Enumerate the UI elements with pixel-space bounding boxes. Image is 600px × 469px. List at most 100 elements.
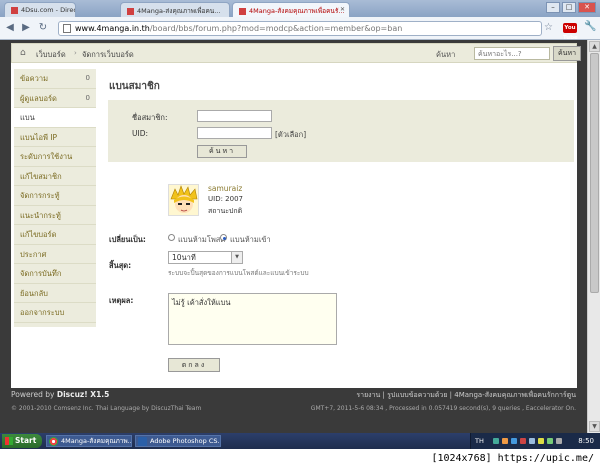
breadcrumb: ⌂ เว็บบอร์ด › จัดการเว็บบอร์ด ค้นหา ค้นห… xyxy=(11,43,581,63)
footer-stats: GMT+7, 2011-5-6 08:34 , Processed in 0.0… xyxy=(310,405,576,412)
discuz-link[interactable]: Discuz! X1.5 xyxy=(57,390,110,399)
close-window-button[interactable]: ✕ xyxy=(578,2,596,13)
sidebar-item-announcements[interactable]: ประกาศ xyxy=(14,245,96,264)
expire-hint: ระบบจะปิ้นสุดของการแบนโพสต์และแบนเข้าระบ… xyxy=(168,269,309,277)
reason-label: เหตุผล: xyxy=(109,296,134,305)
username-input[interactable] xyxy=(197,110,272,122)
site-search-input[interactable] xyxy=(474,47,550,60)
favicon-icon xyxy=(127,7,134,15)
radio-ban-access[interactable] xyxy=(220,234,227,241)
favicon-icon xyxy=(11,6,18,14)
expire-label: สิ้นสุด: xyxy=(109,261,132,270)
breadcrumb-modcp[interactable]: จัดการเว็บบอร์ด xyxy=(82,49,134,61)
radio-ban-access-label[interactable]: แบนห้ามเข้า xyxy=(230,234,271,246)
count-badge: 0 xyxy=(85,93,90,102)
scroll-down-icon[interactable]: ▼ xyxy=(589,421,600,432)
reason-textarea[interactable]: ไม่รู้ เค้าสั่งให้แบน xyxy=(168,293,337,345)
page-icon xyxy=(63,24,71,33)
photoshop-icon xyxy=(138,437,147,446)
system-tray: TH 8:50 xyxy=(470,433,600,449)
browser-tab-3[interactable]: 4Manga-สังคมคุณภาพเพื่อคนรั... ✕ xyxy=(232,2,350,17)
chrome-icon xyxy=(49,437,58,446)
uid-input[interactable] xyxy=(197,127,272,139)
browser-toolbar: ◀ ▶ ↻ www.4manga.in.th/board/bbs/forum.p… xyxy=(0,17,600,41)
sidebar-item-logout[interactable]: ออกจากระบบ xyxy=(14,303,96,323)
sidebar-item-ban-ip[interactable]: แบนไอพี IP xyxy=(14,128,96,147)
sidebar-item-moderators[interactable]: ผู้ดูแลบอร์ด 0 xyxy=(14,89,96,108)
site-search-button[interactable]: ค้นหา xyxy=(553,46,581,61)
sidebar-item-back[interactable]: ย้อนกลับ xyxy=(14,284,96,303)
expire-select[interactable]: 10นาที ▼ xyxy=(168,251,243,264)
back-icon[interactable]: ◀ xyxy=(4,22,16,34)
url-host: www.4manga.in.th xyxy=(75,24,150,33)
youtube-extension-icon[interactable]: You Tube xyxy=(563,23,578,41)
radio-ban-post[interactable] xyxy=(168,234,175,241)
member-search-button[interactable]: ค้นหา xyxy=(197,145,247,158)
member-status: สถานะปกติ xyxy=(208,207,243,215)
footer-powered: Powered by Discuz! X1.5 xyxy=(11,390,110,399)
start-button[interactable]: Start xyxy=(2,434,42,448)
username-label: ชื่อสมาชิก: xyxy=(132,113,168,122)
submit-button[interactable]: ตกลง xyxy=(168,358,220,372)
sidebar-item-edit-forum[interactable]: แก้ไขบอร์ด xyxy=(14,225,96,245)
tray-icons xyxy=(493,438,562,444)
sidebar-item-manage-threads[interactable]: จัดการกระทู้ xyxy=(14,186,96,206)
close-tab-icon[interactable]: ✕ xyxy=(340,6,345,13)
address-bar[interactable]: www.4manga.in.th/board/bbs/forum.php?mod… xyxy=(58,21,542,36)
uid-options-link[interactable]: [ตัวเลือก] xyxy=(275,129,306,141)
tray-icon[interactable] xyxy=(520,438,526,444)
tray-icon[interactable] xyxy=(493,438,499,444)
page-scrollbar[interactable]: ▲ ▼ xyxy=(587,40,600,433)
url-path: /board/bbs/forum.php?mod=modcp&action=me… xyxy=(149,24,403,33)
windows-flag-icon xyxy=(5,437,13,445)
favicon-icon xyxy=(239,7,246,15)
count-badge: 0 xyxy=(85,74,90,82)
main-panel: ข้อความ 0 ผู้ดูแลบอร์ด 0 แบน แบนไอพี IP ระ… xyxy=(11,63,577,388)
search-type-label[interactable]: ค้นหา xyxy=(436,49,455,61)
sidebar-item-user-level[interactable]: ระดับการใช้งาน xyxy=(14,147,96,167)
scroll-thumb[interactable] xyxy=(590,53,599,293)
tray-icon[interactable] xyxy=(538,438,544,444)
browser-tab-1[interactable]: 4Dsu.com - Direct Anime D... xyxy=(4,2,76,17)
tray-icon[interactable] xyxy=(547,438,553,444)
change-to-label: เปลี่ยนเป็น: xyxy=(109,235,146,244)
chevron-down-icon: ▼ xyxy=(231,252,242,263)
sidebar: ข้อความ 0 ผู้ดูแลบอร์ด 0 แบน แบนไอพี IP ระ… xyxy=(14,69,96,327)
footer-links[interactable]: รายงาน | รูปแบบข้อความด้วย | 4Manga-สังค… xyxy=(356,390,576,401)
reload-icon[interactable]: ↻ xyxy=(37,22,49,34)
sidebar-item-edit-member[interactable]: แก้ไขสมาชิก xyxy=(14,167,96,186)
member-name-link[interactable]: samuraiz xyxy=(208,184,242,193)
avatar xyxy=(168,184,199,216)
bookmark-star-icon[interactable]: ☆ xyxy=(544,22,553,33)
footer-copyright: © 2001-2010 Comsenz Inc. Thai Language b… xyxy=(11,405,202,412)
sidebar-item-recommend-threads[interactable]: แนะนำกระทู้ xyxy=(14,206,96,225)
taskbar-item-photoshop[interactable]: Adobe Photoshop CS... xyxy=(135,435,221,447)
language-indicator[interactable]: TH xyxy=(475,437,484,445)
breadcrumb-separator: › xyxy=(74,49,77,57)
forward-icon[interactable]: ▶ xyxy=(20,22,32,34)
volume-icon[interactable] xyxy=(556,438,562,444)
browser-tab-2[interactable]: 4Manga-ส่งคุณภาพเพื่อคน... xyxy=(120,2,230,17)
tray-icon[interactable] xyxy=(511,438,517,444)
home-icon[interactable]: ⌂ xyxy=(20,48,26,58)
sidebar-item-logs[interactable]: จัดการบันทึก xyxy=(14,264,96,284)
member-search-form: ชื่อสมาชิก: UID: [ตัวเลือก] ค้นหา xyxy=(108,100,574,162)
sidebar-item-messages[interactable]: ข้อความ 0 xyxy=(14,69,96,89)
taskbar-item-browser[interactable]: 4Manga-สังคมคุณภาพ... xyxy=(46,435,132,447)
scroll-up-icon[interactable]: ▲ xyxy=(589,41,600,52)
sidebar-item-ban[interactable]: แบน xyxy=(14,108,96,128)
tab-strip: 4Dsu.com - Direct Anime D... 4Manga-ส่งค… xyxy=(0,0,600,17)
radio-ban-post-label[interactable]: แบนห้ามโพสต์ xyxy=(178,234,225,246)
minimize-button[interactable]: – xyxy=(546,2,560,13)
tray-icon[interactable] xyxy=(502,438,508,444)
page-title: แบนสมาชิก xyxy=(109,81,160,92)
member-uid: UID: 2007 xyxy=(208,195,243,203)
watermark: [1024x768] https://upic.me/ xyxy=(0,449,600,469)
breadcrumb-forum[interactable]: เว็บบอร์ด xyxy=(36,49,66,61)
maximize-button[interactable]: □ xyxy=(562,2,576,13)
browser-chrome: 4Dsu.com - Direct Anime D... 4Manga-ส่งค… xyxy=(0,0,600,41)
tray-icon[interactable] xyxy=(529,438,535,444)
wrench-menu-icon[interactable]: 🔧 xyxy=(584,21,596,32)
window-buttons: – □ ✕ xyxy=(546,2,596,13)
page-viewport: ⌂ เว็บบอร์ด › จัดการเว็บบอร์ด ค้นหา ค้นห… xyxy=(0,40,600,433)
